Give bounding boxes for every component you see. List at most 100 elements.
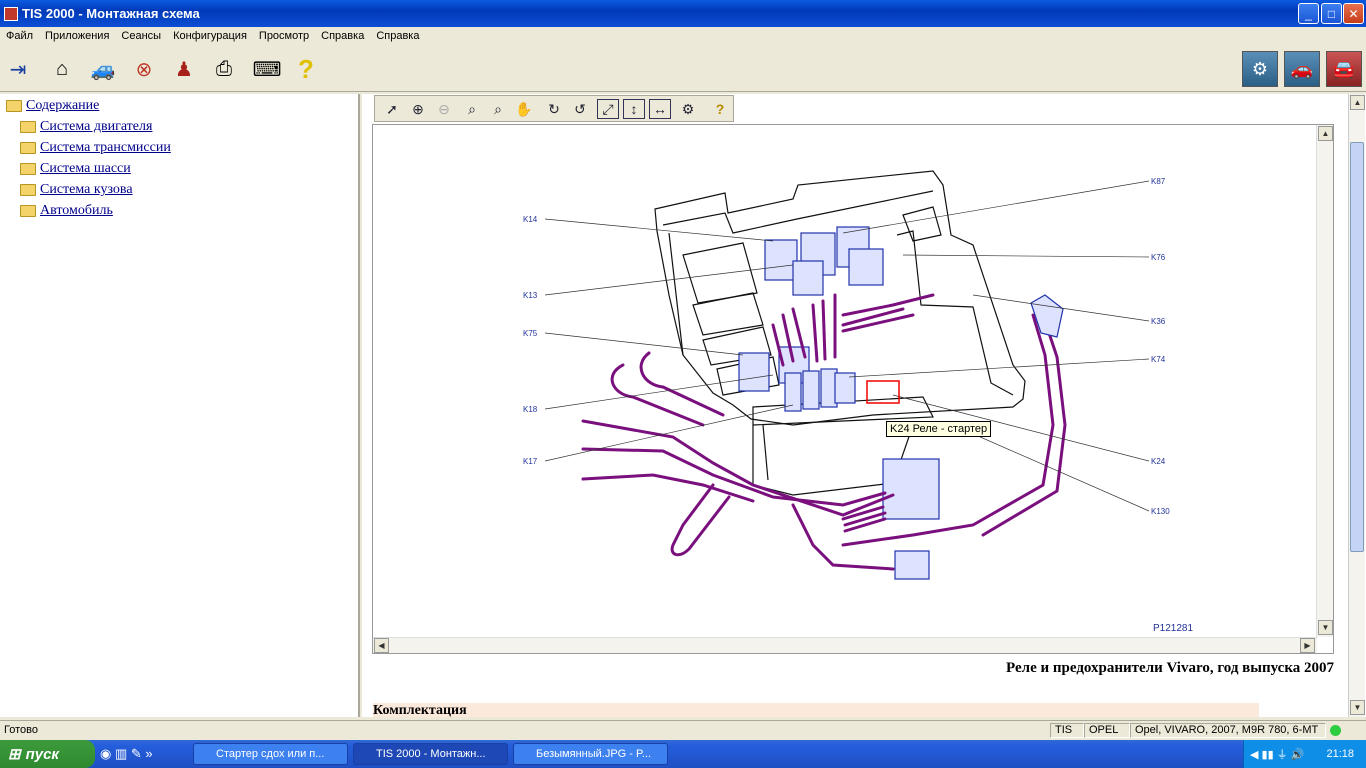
help-icon[interactable]: ? <box>292 54 320 84</box>
menu-help-2[interactable]: Справка <box>370 30 425 42</box>
tree-item-label[interactable]: Система кузова <box>40 182 133 198</box>
zoom-area-icon[interactable]: ⌕ <box>487 99 509 119</box>
system-tray: ◀ ▮▮ ⏚ 🔊 21:18 <box>1243 740 1366 768</box>
car-service-icon[interactable]: 🚗 <box>1284 51 1320 87</box>
zoom-icon[interactable]: ⌕ <box>461 99 483 119</box>
navigation-tree: Содержание Система двигателя Система тра… <box>0 94 360 717</box>
tree-item-label[interactable]: Система шасси <box>40 161 131 177</box>
label-k18[interactable]: K18 <box>523 405 538 414</box>
tree-item-vehicle[interactable]: Автомобиль <box>20 203 113 219</box>
user-icon[interactable]: ♟ <box>168 55 200 83</box>
taskbar: ⊞ пуск ◉ ▥ ✎ » Стартер сдох или п... TIS… <box>0 740 1366 768</box>
label-k87[interactable]: K87 <box>1151 177 1166 186</box>
rotate-right-icon[interactable]: ↻ <box>543 99 565 119</box>
tree-item-engine[interactable]: Система двигателя <box>20 119 152 135</box>
tree-item-chassis[interactable]: Система шасси <box>20 161 131 177</box>
diagram-caption: Реле и предохранители Vivaro, год выпуск… <box>1006 660 1334 676</box>
settings-icon[interactable]: ⚙ <box>677 99 699 119</box>
diagnostics-icon[interactable]: ⚙ <box>1242 51 1278 87</box>
clock[interactable]: 21:18 <box>1326 748 1354 760</box>
fit-width-icon[interactable]: ↔ <box>649 99 671 119</box>
menu-applications[interactable]: Приложения <box>39 30 115 42</box>
home-icon[interactable]: ⌂ <box>48 55 76 83</box>
status-vehicle: Opel, VIVARO, 2007, M9R 780, 6-MT <box>1130 723 1326 738</box>
label-k130[interactable]: K130 <box>1151 507 1170 516</box>
tree-item-label[interactable]: Автомобиль <box>40 203 113 219</box>
windows-logo-icon: ⊞ <box>8 746 21 763</box>
wiring-harness <box>581 293 1067 571</box>
equipment-section-header: Комплектация <box>373 703 1259 717</box>
pan-hand-icon[interactable]: ✋ <box>513 99 535 119</box>
scroll-up-icon[interactable]: ▲ <box>1350 95 1365 110</box>
label-k14[interactable]: K14 <box>523 215 538 224</box>
car-repair-icon[interactable]: 🚘 <box>1326 51 1362 87</box>
tree-item-label[interactable]: Система двигателя <box>40 119 152 135</box>
task-paint[interactable]: Безымянный.JPG - P... <box>513 743 668 765</box>
status-text: Готово <box>4 724 38 736</box>
scroll-up-icon[interactable]: ▲ <box>1318 126 1333 141</box>
label-k36[interactable]: K36 <box>1151 317 1166 326</box>
quick-launch-icons[interactable]: ◉ ▥ ✎ » <box>100 746 153 762</box>
title-bar: TIS 2000 - Монтажная схема <box>0 0 1366 27</box>
scroll-thumb[interactable] <box>1350 142 1364 552</box>
tray-icons[interactable]: ◀ ▮▮ ⏚ 🔊 <box>1244 746 1304 762</box>
help-icon[interactable]: ? <box>709 99 731 119</box>
diagram-viewer[interactable]: K14 K13 K75 K18 K17 K87 K76 K36 K74 K24 … <box>372 124 1334 654</box>
diagram-toolbar: ➚ ⊕ ⊖ ⌕ ⌕ ✋ ↻ ↺ ⤢ ↕ ↔ ⚙ ? <box>374 95 734 122</box>
scroll-down-icon[interactable]: ▼ <box>1318 620 1333 635</box>
pointer-icon[interactable]: ➚ <box>381 99 403 119</box>
start-button[interactable]: ⊞ пуск <box>0 740 95 768</box>
menu-file[interactable]: Файл <box>0 30 39 42</box>
keyboard-icon[interactable]: ⌨ <box>250 55 284 83</box>
fuse-box-diagram: K14 K13 K75 K18 K17 K87 K76 K36 K74 K24 … <box>523 170 1193 634</box>
exit-icon[interactable]: ⇥ <box>4 55 32 83</box>
status-bar: Готово TIS OPEL Opel, VIVARO, 2007, M9R … <box>0 720 1366 739</box>
window-title: TIS 2000 - Монтажная схема <box>22 6 200 21</box>
zoom-in-icon[interactable]: ⊕ <box>407 99 429 119</box>
menu-bar: Файл Приложения Сеансы Конфигурация Прос… <box>0 27 1366 45</box>
task-label: Стартер сдох или п... <box>216 748 325 760</box>
label-k75[interactable]: K75 <box>523 329 538 338</box>
main-toolbar: ⇥ ⌂ 🚙 ⊗ ♟ ⎙ ⌨ ? ⚙ 🚗 🚘 <box>0 45 1366 92</box>
relays <box>738 226 940 580</box>
status-tis: TIS <box>1050 723 1084 738</box>
diagram-ref: P121281 <box>1153 623 1193 634</box>
menu-configuration[interactable]: Конфигурация <box>167 30 253 42</box>
fit-all-icon[interactable]: ⤢ <box>597 99 619 119</box>
tree-item-body[interactable]: Система кузова <box>20 182 133 198</box>
folder-icon <box>20 163 36 175</box>
task-firefox[interactable]: Стартер сдох или п... <box>193 743 348 765</box>
menu-sessions[interactable]: Сеансы <box>115 30 167 42</box>
connector <box>1030 294 1064 338</box>
menu-help[interactable]: Справка <box>315 30 370 42</box>
diagram-horizontal-scrollbar[interactable]: ◀ ▶ <box>373 637 1317 653</box>
zoom-out-icon[interactable]: ⊖ <box>433 99 455 119</box>
task-tis[interactable]: TIS 2000 - Монтажн... <box>353 743 508 765</box>
scroll-right-icon[interactable]: ▶ <box>1300 638 1315 653</box>
close-button[interactable]: ✕ <box>1343 3 1364 24</box>
folder-icon <box>20 184 36 196</box>
stop-icon[interactable]: ⊗ <box>130 55 158 83</box>
tree-root-label[interactable]: Содержание <box>26 98 99 114</box>
scroll-down-icon[interactable]: ▼ <box>1350 700 1365 715</box>
label-k24[interactable]: K24 <box>1151 457 1166 466</box>
vehicle-icon[interactable]: 🚙 <box>86 55 120 83</box>
label-k13[interactable]: K13 <box>523 291 538 300</box>
tree-item-label[interactable]: Система трансмиссии <box>40 140 171 156</box>
page-vertical-scrollbar[interactable]: ▲ ▼ <box>1348 94 1365 717</box>
tree-root[interactable]: Содержание <box>6 98 99 114</box>
label-k17[interactable]: K17 <box>523 457 538 466</box>
tree-item-transmission[interactable]: Система трансмиссии <box>20 140 171 156</box>
print-icon[interactable]: ⎙ <box>210 55 238 83</box>
scroll-left-icon[interactable]: ◀ <box>374 638 389 653</box>
fit-height-icon[interactable]: ↕ <box>623 99 645 119</box>
label-k74[interactable]: K74 <box>1151 355 1166 364</box>
task-label: Безымянный.JPG - P... <box>536 748 652 760</box>
minimize-button[interactable]: _ <box>1298 3 1319 24</box>
diagram-vertical-scrollbar[interactable]: ▲ ▼ <box>1316 125 1333 637</box>
maximize-button[interactable]: □ <box>1321 3 1342 24</box>
label-k76[interactable]: K76 <box>1151 253 1166 262</box>
menu-view[interactable]: Просмотр <box>253 30 315 42</box>
tooltip: K24 Реле - стартер <box>886 421 992 437</box>
rotate-left-icon[interactable]: ↺ <box>569 99 591 119</box>
